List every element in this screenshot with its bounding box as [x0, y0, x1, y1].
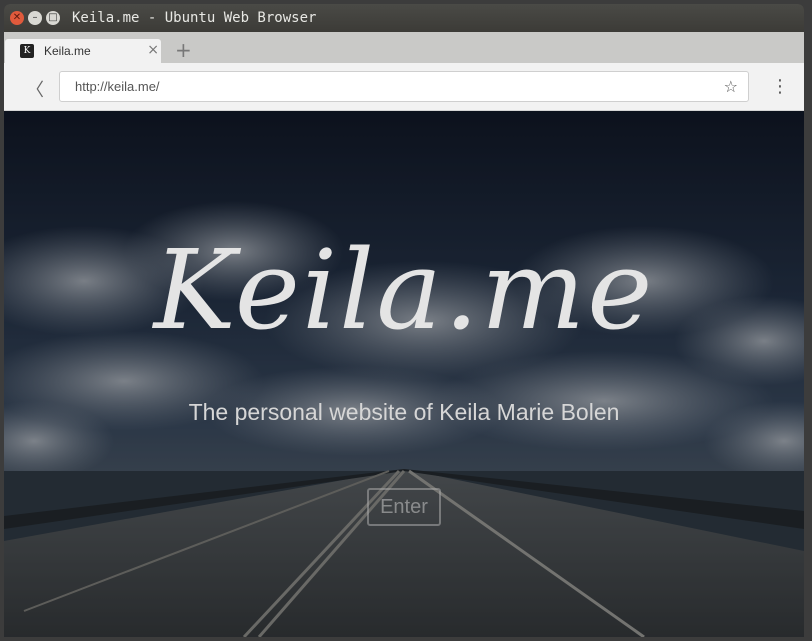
hero-background	[4, 111, 804, 637]
tab-bar: K Keila.me × +	[4, 32, 804, 63]
close-window-button[interactable]: ✕	[10, 11, 24, 25]
window-titlebar: ✕ – □ Keila.me - Ubuntu Web Browser	[4, 4, 804, 32]
enter-button[interactable]: Enter	[367, 488, 441, 526]
web-page: Keila.me The personal website of Keila M…	[4, 111, 804, 637]
address-bar[interactable]: http://keila.me/ ☆	[59, 71, 749, 102]
site-tagline: The personal website of Keila Marie Bole…	[188, 399, 620, 425]
url-text[interactable]: http://keila.me/	[75, 79, 160, 94]
new-tab-icon[interactable]: +	[175, 38, 192, 62]
minimize-window-button[interactable]: –	[28, 11, 42, 25]
bookmark-star-icon[interactable]: ☆	[724, 77, 738, 96]
maximize-window-button[interactable]: □	[46, 11, 60, 25]
close-tab-icon[interactable]: ×	[147, 42, 159, 58]
browser-menu-icon[interactable]: ⋮	[771, 76, 789, 97]
back-icon[interactable]: 〈	[26, 76, 44, 102]
site-favicon-icon: K	[20, 44, 34, 58]
navigation-bar: 〈 http://keila.me/ ☆ ⋮	[4, 63, 804, 111]
tab-label: Keila.me	[44, 44, 91, 58]
window-title: Keila.me - Ubuntu Web Browser	[72, 10, 317, 26]
browser-tab[interactable]: K Keila.me ×	[5, 39, 161, 63]
browser-window: ✕ – □ Keila.me - Ubuntu Web Browser K Ke…	[4, 4, 804, 637]
site-title: Keila.me	[153, 226, 655, 354]
